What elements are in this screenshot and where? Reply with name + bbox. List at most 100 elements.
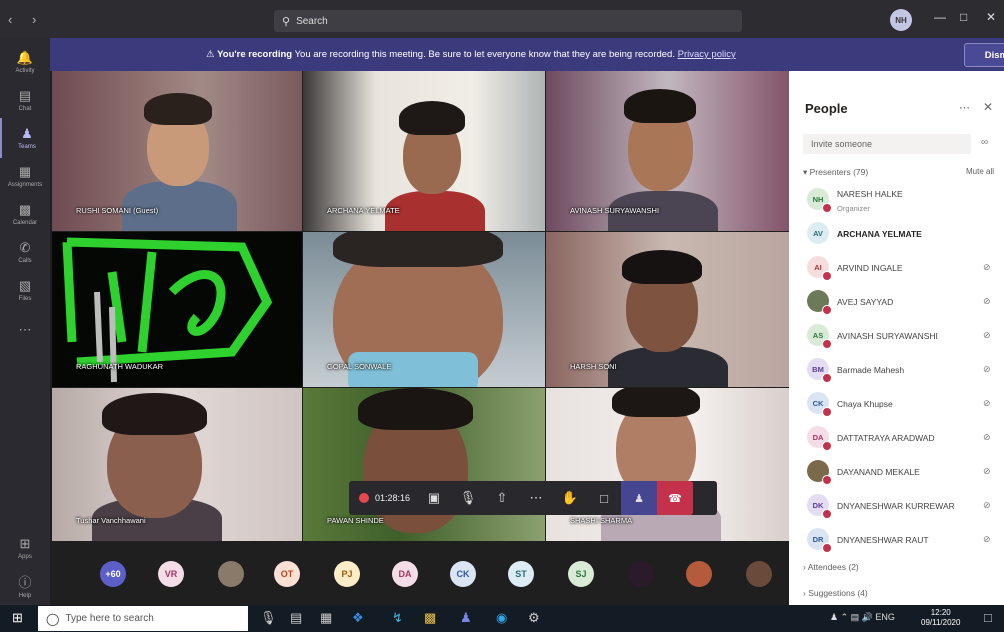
video-tile[interactable]: GOPAL SONWALE (303, 232, 545, 387)
person-row[interactable]: AV ARCHANA YELMATE (803, 217, 995, 251)
person-row[interactable]: BM Barmade Mahesh ⊘ (803, 353, 995, 387)
language-indicator[interactable]: ENG (875, 612, 895, 622)
participant-chip[interactable]: ST (508, 561, 534, 587)
raise-hand-icon[interactable]: ✋ (553, 490, 587, 506)
clock[interactable]: 12:20 09/11/2020 (921, 608, 960, 628)
rail-item-calendar[interactable]: ▩ Calendar (0, 194, 50, 234)
participant-chip[interactable]: SJ (568, 561, 594, 587)
teams-taskbar-icon[interactable]: ♟ (460, 610, 472, 626)
more-options-icon[interactable]: ⋯ (959, 101, 970, 114)
more-actions-icon[interactable]: ⋯ (519, 490, 553, 506)
person-row[interactable]: CK Chaya Khupse ⊘ (803, 387, 995, 421)
task-view-icon[interactable]: ▤ (290, 610, 302, 626)
share-link-icon[interactable]: ∞ (981, 137, 988, 148)
network-icon[interactable]: ▤ (851, 612, 860, 622)
person-avatar: AI (807, 256, 832, 281)
mic-off-icon[interactable]: ⊘ (983, 534, 991, 545)
rail-item-calls[interactable]: ✆ Calls (0, 232, 50, 272)
people-icon[interactable]: ♟ (830, 612, 838, 622)
app-icon[interactable]: ↯ (392, 610, 403, 626)
chevron-up-icon[interactable]: ⌃ (841, 612, 849, 622)
participant-photo[interactable] (218, 561, 244, 587)
mic-off-icon[interactable]: ⊘ (983, 364, 991, 375)
person-avatar: DK (807, 494, 832, 519)
rail-label: Teams (18, 144, 36, 150)
participant-hair (333, 232, 503, 267)
edge-icon[interactable]: ◉ (496, 610, 507, 626)
close-icon[interactable]: ✕ (986, 10, 996, 24)
search-input[interactable]: ⚲ Search (274, 10, 742, 32)
dismiss-button[interactable]: Dismiss (964, 43, 1004, 67)
video-tile[interactable]: AVINASH SURYAWANSHI (546, 71, 789, 231)
rail-item-teams[interactable]: ♟ Teams (0, 118, 52, 158)
person-row[interactable]: AI ARVIND INGALE ⊘ (803, 251, 995, 285)
mic-off-icon[interactable]: ⊘ (983, 398, 991, 409)
taskbar-search-input[interactable]: ◯ Type here to search (38, 606, 248, 631)
notifications-icon[interactable]: □ (984, 610, 992, 625)
mic-off-icon[interactable]: ⊘ (983, 466, 991, 477)
person-row[interactable]: DA DATTATRAYA ARADWAD ⊘ (803, 421, 995, 455)
privacy-policy-link[interactable]: Privacy policy (678, 49, 736, 60)
person-row[interactable]: AS AVINASH SURYAWANSHI ⊘ (803, 319, 995, 353)
microphone-icon[interactable]: 🎙 (260, 610, 277, 626)
video-tile[interactable]: RUSHI SOMANI (Guest) (52, 71, 302, 231)
volume-icon[interactable]: 🔊 (862, 612, 873, 622)
video-tile[interactable]: Tushar Vanchhawani (52, 388, 302, 541)
windows-start-icon[interactable]: ⊞ (12, 610, 23, 626)
participant-photo[interactable] (686, 561, 712, 587)
participant-chip[interactable]: PJ (334, 561, 360, 587)
settings-icon[interactable]: ⚙ (528, 610, 540, 626)
microphone-icon[interactable]: 🎙 (451, 490, 485, 506)
share-screen-icon[interactable]: ⇧ (485, 490, 519, 506)
chevron-right-icon[interactable]: › (32, 12, 36, 27)
mic-off-icon[interactable]: ⊘ (983, 432, 991, 443)
participant-chip[interactable]: VR (158, 561, 184, 587)
video-tile[interactable]: HARSH SONI (546, 232, 789, 387)
person-row[interactable]: NH NARESH HALKE Organizer (803, 183, 995, 217)
rail-item-chat[interactable]: ▤ Chat (0, 80, 50, 120)
rail-item-assignments[interactable]: ▦ Assignments (0, 156, 50, 196)
rail-item-more[interactable]: ⋯ (0, 310, 50, 350)
minimize-icon[interactable]: — (934, 10, 946, 24)
mic-off-icon[interactable]: ⊘ (983, 500, 991, 511)
folder-icon[interactable]: ▩ (424, 610, 436, 626)
participant-name: Tushar Vanchhawani (76, 516, 146, 525)
person-row[interactable]: DAYANAND MEKALE ⊘ (803, 455, 995, 489)
video-tile[interactable]: RAGHUNATH WADUKAR (52, 232, 302, 387)
rail-item-files[interactable]: ▧ Files (0, 270, 50, 310)
participant-chip[interactable]: DA (392, 561, 418, 587)
store-icon[interactable]: ▦ (320, 610, 332, 626)
suggestions-section[interactable]: › Suggestions (4) (803, 588, 868, 598)
dropbox-icon[interactable]: ❖ (352, 610, 364, 626)
participant-chip[interactable]: OT (274, 561, 300, 587)
mic-off-icon[interactable]: ⊘ (983, 262, 991, 273)
hang-up-button[interactable]: ☎ (657, 481, 693, 515)
chevron-left-icon[interactable]: ‹ (8, 12, 12, 27)
rail-item-help[interactable]: ⓘ Help (0, 565, 50, 605)
person-row[interactable]: DK DNYANESHWAR KURREWAR ⊘ (803, 489, 995, 523)
participant-chip[interactable]: CK (450, 561, 476, 587)
mic-off-icon[interactable]: ⊘ (983, 296, 991, 307)
person-initials: DA (812, 432, 824, 442)
camera-icon[interactable]: ▣ (417, 490, 451, 506)
close-icon[interactable]: ✕ (983, 100, 993, 114)
chat-icon[interactable]: □ (587, 491, 621, 506)
rail-item-apps[interactable]: ⊞ Apps (0, 528, 50, 568)
people-button[interactable]: ♟ (621, 481, 657, 515)
person-row[interactable]: AVEJ SAYYAD ⊘ (803, 285, 995, 319)
video-tile[interactable]: PAWAN SHINDE (303, 388, 545, 541)
participant-photo[interactable] (628, 561, 654, 587)
invite-input[interactable]: Invite someone (803, 134, 971, 154)
overflow-participants[interactable]: +60 (100, 561, 126, 587)
attendees-section[interactable]: › Attendees (2) (803, 562, 859, 572)
rail-item-activity[interactable]: 🔔 Activity (0, 42, 50, 82)
presenters-section[interactable]: ▾ Presenters (79) (803, 167, 868, 178)
maximize-icon[interactable]: □ (960, 10, 967, 24)
avatar[interactable]: NH (890, 9, 912, 31)
mute-all-button[interactable]: Mute all (966, 167, 994, 176)
participant-photo[interactable] (746, 561, 772, 587)
video-tile[interactable]: SHASHI SHARMA (546, 388, 789, 541)
person-row[interactable]: DR DNYANESHWAR RAUT ⊘ (803, 523, 995, 557)
mic-off-icon[interactable]: ⊘ (983, 330, 991, 341)
video-tile[interactable]: ARCHANA YELMATE (303, 71, 545, 231)
